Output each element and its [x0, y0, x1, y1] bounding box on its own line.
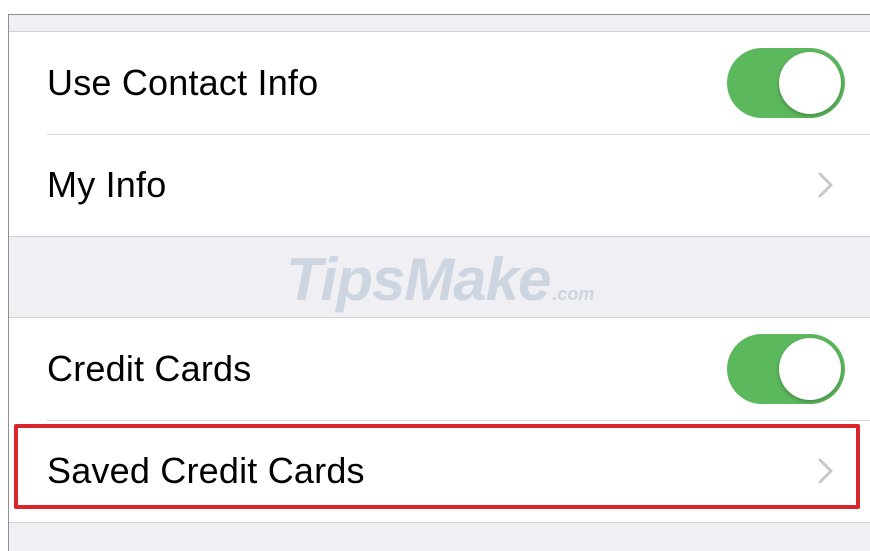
watermark-suffix: .com — [552, 284, 595, 304]
section-spacer: TipsMake .com — [9, 237, 870, 317]
row-my-info[interactable]: My Info — [9, 134, 870, 236]
chevron-right-icon — [818, 458, 833, 484]
watermark-brand: TipsMake — [286, 246, 551, 313]
row-use-contact-info[interactable]: Use Contact Info — [9, 32, 870, 134]
use-contact-info-toggle[interactable] — [727, 48, 845, 118]
settings-screen: Use Contact Info My Info TipsMake .com Cr… — [8, 14, 870, 551]
credit-cards-toggle[interactable] — [727, 334, 845, 404]
row-saved-credit-cards[interactable]: Saved Credit Cards — [9, 420, 870, 522]
row-credit-cards[interactable]: Credit Cards — [9, 318, 870, 420]
settings-group-credit-cards: Credit Cards Saved Credit Cards — [9, 317, 870, 523]
chevron-right-icon — [818, 172, 833, 198]
row-label-saved-credit-cards: Saved Credit Cards — [47, 450, 365, 491]
toggle-knob — [779, 338, 841, 400]
row-label-use-contact-info: Use Contact Info — [47, 62, 319, 103]
row-label-credit-cards: Credit Cards — [47, 348, 252, 389]
row-label-my-info: My Info — [47, 164, 167, 205]
top-spacer — [9, 15, 870, 31]
watermark-logo: TipsMake .com — [286, 245, 594, 314]
settings-group-contact: Use Contact Info My Info — [9, 31, 870, 237]
toggle-knob — [779, 52, 841, 114]
